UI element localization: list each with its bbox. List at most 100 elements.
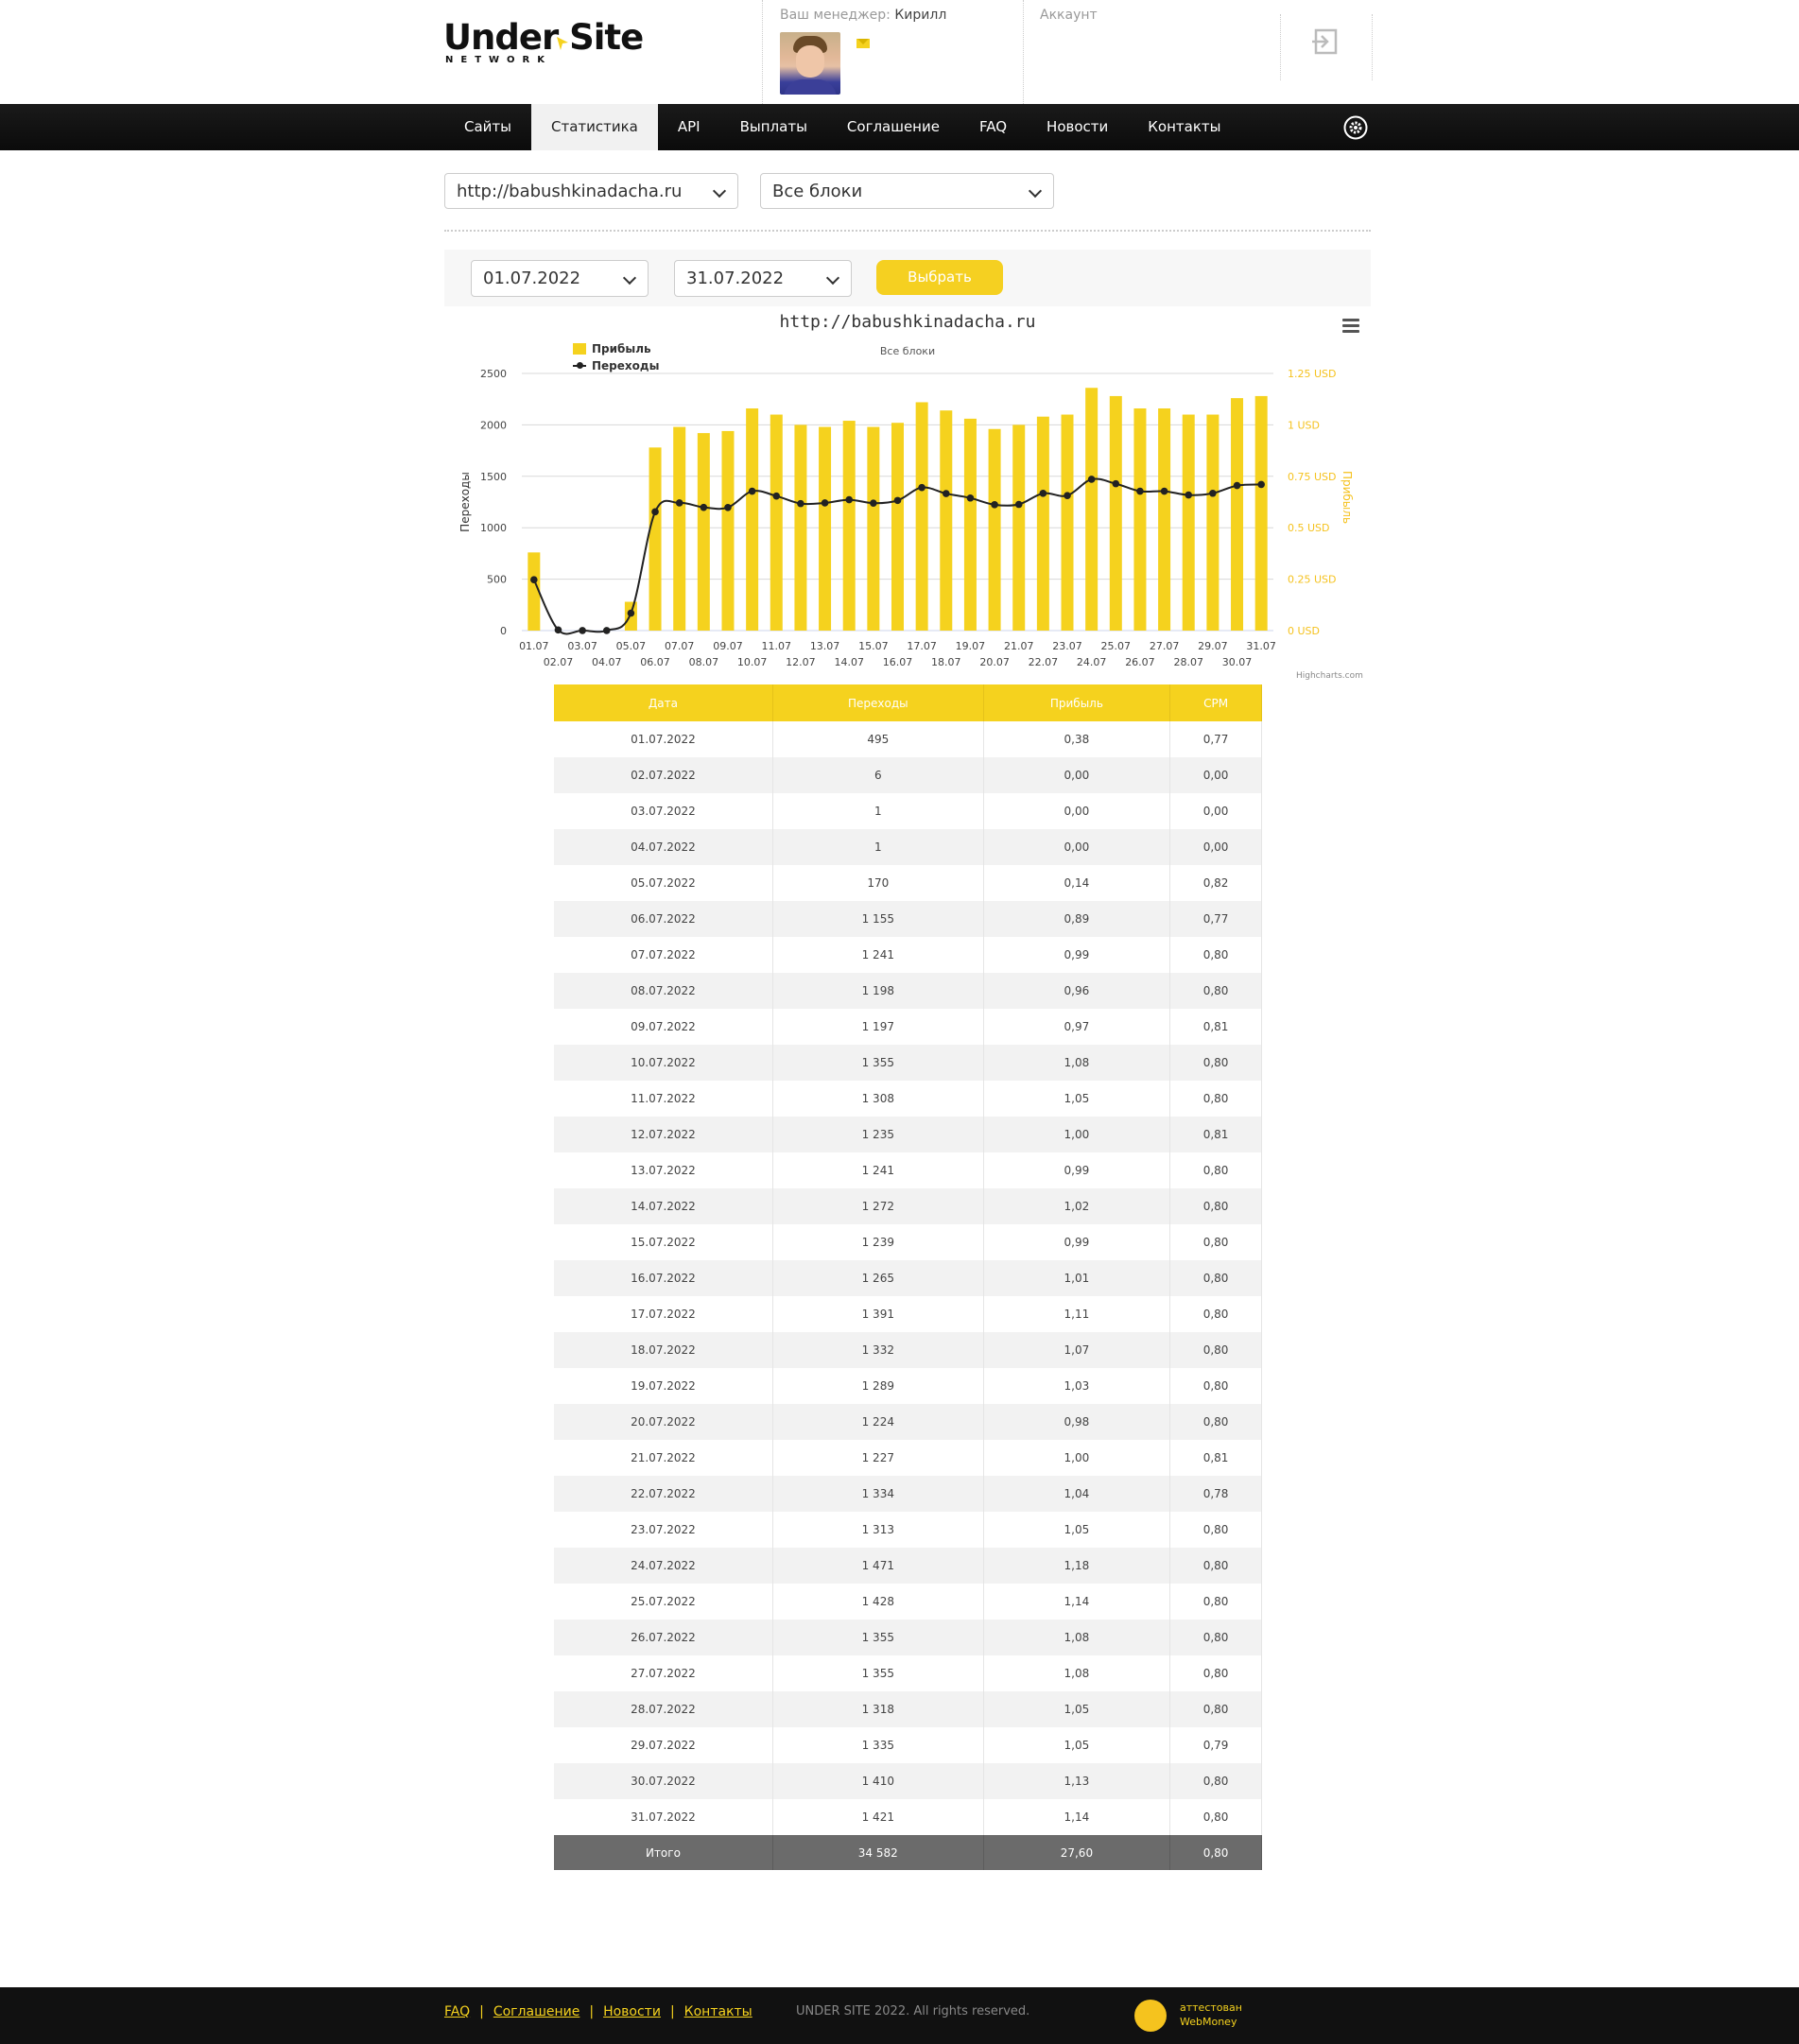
x-tick-label: 02.07 bbox=[544, 656, 574, 668]
table-cell: 0,00 bbox=[1169, 793, 1262, 829]
table-cell: 1 355 bbox=[772, 1620, 984, 1655]
table-cell: 14.07.2022 bbox=[554, 1188, 773, 1224]
table-cell: 1,13 bbox=[983, 1763, 1171, 1799]
table-cell: 0,00 bbox=[1169, 757, 1262, 793]
chart-point bbox=[651, 508, 659, 516]
table-header-cell[interactable]: Прибыль bbox=[983, 684, 1171, 721]
table-cell: 1,05 bbox=[983, 1512, 1171, 1548]
table-cell: 1 313 bbox=[772, 1512, 984, 1548]
table-cell: 1 289 bbox=[772, 1368, 984, 1404]
table-cell: 0,80 bbox=[1169, 1763, 1262, 1799]
y-tick-left: 1500 bbox=[480, 471, 507, 483]
footer-link[interactable]: FAQ bbox=[444, 2004, 470, 2019]
table-cell: 20.07.2022 bbox=[554, 1404, 773, 1440]
stats-table: Дата Переходы Прибыль CPM 01.07.2022 495 0,38… bbox=[554, 684, 1262, 1870]
table-row: 01.07.2022 495 0,38 0,77 bbox=[554, 721, 1262, 757]
x-tick-label: 01.07 bbox=[519, 640, 549, 652]
table-row: 06.07.2022 1 155 0,89 0,77 bbox=[554, 901, 1262, 937]
table-cell: 1 391 bbox=[772, 1296, 984, 1332]
table-total-cell: 34 582 bbox=[772, 1835, 984, 1870]
table-row: 11.07.2022 1 308 1,05 0,80 bbox=[554, 1081, 1262, 1117]
table-cell: 1 308 bbox=[772, 1081, 984, 1117]
chart-point bbox=[1112, 479, 1120, 488]
y-tick-right: 1 USD bbox=[1288, 419, 1320, 431]
table-cell: 1 198 bbox=[772, 973, 984, 1009]
x-tick-label: 07.07 bbox=[665, 640, 695, 652]
webmoney-icon bbox=[1134, 2000, 1167, 2032]
chart-bar bbox=[1206, 414, 1220, 631]
y-tick-right: 0.75 USD bbox=[1288, 471, 1337, 483]
footer-link[interactable]: Новости bbox=[603, 2004, 661, 2019]
x-tick-label: 18.07 bbox=[931, 656, 961, 668]
table-cell: 30.07.2022 bbox=[554, 1763, 773, 1799]
x-tick-label: 22.07 bbox=[1029, 656, 1059, 668]
table-cell: 1 318 bbox=[772, 1691, 984, 1727]
table-header-cell[interactable]: Дата bbox=[554, 684, 773, 721]
table-cell: 1,07 bbox=[983, 1332, 1171, 1368]
table-total-cell: Итого bbox=[554, 1835, 773, 1870]
webmoney-line1: аттестован bbox=[1180, 2001, 1242, 2014]
chart-point bbox=[1233, 481, 1241, 490]
chart-bar bbox=[940, 410, 953, 631]
table-cell: 06.07.2022 bbox=[554, 901, 773, 937]
chart-bar bbox=[1158, 407, 1171, 631]
table-cell: 1,08 bbox=[983, 1045, 1171, 1081]
x-tick-label: 31.07 bbox=[1246, 640, 1276, 652]
table-header-cell[interactable]: CPM bbox=[1169, 684, 1262, 721]
chart-point bbox=[530, 576, 538, 583]
table-cell: 1,01 bbox=[983, 1260, 1171, 1296]
chart-point bbox=[675, 499, 683, 507]
chart-bar bbox=[1231, 398, 1244, 631]
table-cell: 02.07.2022 bbox=[554, 757, 773, 793]
x-tick-label: 10.07 bbox=[737, 656, 768, 668]
table-cell: 1,18 bbox=[983, 1548, 1171, 1584]
chart-bar bbox=[1133, 407, 1147, 631]
footer-separator: | bbox=[479, 2004, 484, 2019]
chart-bar bbox=[842, 421, 856, 631]
table-cell: 10.07.2022 bbox=[554, 1045, 773, 1081]
table-cell: 0,81 bbox=[1169, 1117, 1262, 1152]
chart-point bbox=[579, 627, 586, 634]
chart-bar bbox=[819, 426, 832, 631]
table-cell: 0,99 bbox=[983, 1224, 1171, 1260]
table-row: 09.07.2022 1 197 0,97 0,81 bbox=[554, 1009, 1262, 1045]
table-cell: 26.07.2022 bbox=[554, 1620, 773, 1655]
chart-bar bbox=[746, 407, 759, 631]
y-tick-left: 2500 bbox=[480, 368, 507, 380]
table-row: 02.07.2022 6 0,00 0,00 bbox=[554, 757, 1262, 793]
table-cell: 0,80 bbox=[1169, 1368, 1262, 1404]
chart-bar bbox=[988, 428, 1001, 631]
table-cell: 05.07.2022 bbox=[554, 865, 773, 901]
table-cell: 09.07.2022 bbox=[554, 1009, 773, 1045]
chart-credits[interactable]: Highcharts.com bbox=[1296, 671, 1363, 681]
chart-bar bbox=[915, 402, 928, 631]
webmoney-line2: WebMoney bbox=[1180, 2016, 1237, 2028]
x-tick-label: 23.07 bbox=[1052, 640, 1082, 652]
table-row: 30.07.2022 1 410 1,13 0,80 bbox=[554, 1763, 1262, 1799]
table-cell: 0,00 bbox=[983, 793, 1171, 829]
table-row: 18.07.2022 1 332 1,07 0,80 bbox=[554, 1332, 1262, 1368]
table-cell: 0,81 bbox=[1169, 1440, 1262, 1476]
table-cell: 1 265 bbox=[772, 1260, 984, 1296]
x-tick-label: 28.07 bbox=[1173, 656, 1203, 668]
table-cell: 0,77 bbox=[1169, 901, 1262, 937]
table-row: 20.07.2022 1 224 0,98 0,80 bbox=[554, 1404, 1262, 1440]
chart-bar bbox=[1182, 414, 1195, 631]
table-cell: 0,99 bbox=[983, 937, 1171, 973]
chart-bar bbox=[891, 423, 904, 631]
chart-point bbox=[1257, 480, 1265, 489]
footer-link[interactable]: Соглашение bbox=[493, 2004, 580, 2019]
table-cell: 1 471 bbox=[772, 1548, 984, 1584]
footer-link[interactable]: Контакты bbox=[684, 2004, 752, 2019]
table-cell: 1 410 bbox=[772, 1763, 984, 1799]
x-tick-label: 26.07 bbox=[1125, 656, 1155, 668]
table-header-cell[interactable]: Переходы bbox=[772, 684, 984, 721]
chart-point bbox=[1039, 490, 1047, 497]
table-cell: 1 421 bbox=[772, 1799, 984, 1835]
table-cell: 27.07.2022 bbox=[554, 1655, 773, 1691]
y-tick-right: 0 USD bbox=[1288, 625, 1320, 637]
x-tick-label: 20.07 bbox=[979, 656, 1010, 668]
webmoney-badge[interactable]: аттестован WebMoney bbox=[1134, 1997, 1248, 2035]
table-cell: 1,00 bbox=[983, 1440, 1171, 1476]
table-cell: 1,08 bbox=[983, 1655, 1171, 1691]
